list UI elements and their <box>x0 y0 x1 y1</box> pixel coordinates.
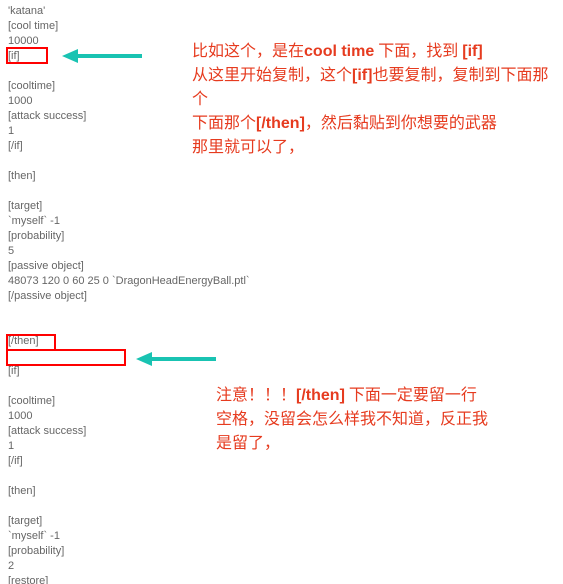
note2-text: 是留了， <box>216 435 280 452</box>
code-line: 1000 <box>8 409 250 424</box>
code-line: [/passive object] <box>8 289 250 304</box>
code-line: [target] <box>8 199 250 214</box>
note1-text: 比如这个，是在 <box>192 43 304 60</box>
code-line: [probability] <box>8 544 250 559</box>
note1-text: 那里就可以了， <box>192 139 304 156</box>
code-line: [attack success] <box>8 424 250 439</box>
annotation-note-1: 比如这个，是在cool time 下面，找到 [if] 从这里开始复制，这个[i… <box>192 40 562 160</box>
code-line: [target] <box>8 514 250 529</box>
note1-text: 下面，找到 <box>374 43 462 60</box>
note2-text: 空格，没留会怎么样我不知道，反正我 <box>216 411 488 428</box>
annotation-note-2: 注意！！！[/then] 下面一定要留一行 空格，没留会怎么样我不知道，反正我 … <box>216 384 562 456</box>
arrow-to-blank-line <box>136 348 216 370</box>
code-line: [then] <box>8 169 250 184</box>
keyword-if: [if] <box>352 67 372 84</box>
note1-text: 从这里开始复制，这个 <box>192 67 352 84</box>
code-line <box>8 304 250 319</box>
code-line: [cool time] <box>8 19 250 34</box>
code-line: `myself` -1 <box>8 214 250 229</box>
code-line: 5 <box>8 244 250 259</box>
note1-text: 下面那个 <box>192 115 256 132</box>
code-line: [then] <box>8 484 250 499</box>
keyword-cool-time: cool time <box>304 43 374 60</box>
code-line <box>8 379 250 394</box>
highlight-blank-line-box <box>6 349 126 366</box>
keyword-if: [if] <box>462 43 482 60</box>
code-line: [passive object] <box>8 259 250 274</box>
note1-text: ，然后黏贴到你想要的武器 <box>305 115 497 132</box>
note2-text: 注意！！！ <box>216 387 296 404</box>
code-line: [cooltime] <box>8 394 250 409</box>
code-line: [/if] <box>8 454 250 469</box>
code-line <box>8 319 250 334</box>
code-line: 'katana' <box>8 4 250 19</box>
keyword-then-close: [/then] <box>296 387 345 404</box>
code-line: 2 <box>8 559 250 574</box>
code-line <box>8 184 250 199</box>
code-line: 1 <box>8 439 250 454</box>
arrow-to-if <box>62 45 142 67</box>
code-line: [probability] <box>8 229 250 244</box>
code-line <box>8 469 250 484</box>
highlight-if-box <box>6 47 48 64</box>
note2-text: 下面一定要留一行 <box>345 387 477 404</box>
code-line <box>8 499 250 514</box>
keyword-then-close: [/then] <box>256 115 305 132</box>
code-line: [restore] <box>8 574 250 584</box>
code-line: 48073 120 0 60 25 0 `DragonHeadEnergyBal… <box>8 274 250 289</box>
code-line: `myself` -1 <box>8 529 250 544</box>
